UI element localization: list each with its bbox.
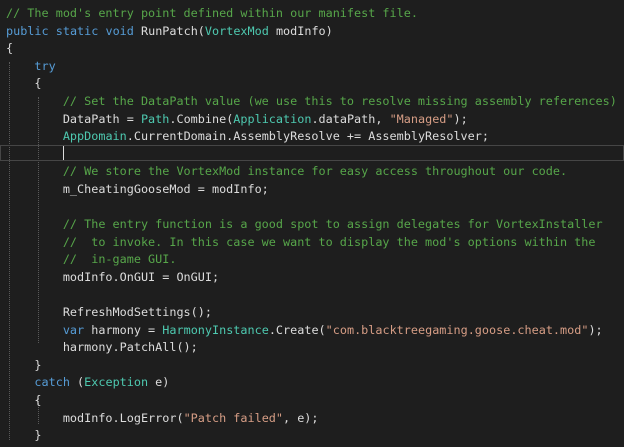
code-token-plain: { — [6, 393, 42, 408]
code-line[interactable]: // to invoke. In this case we want to di… — [0, 234, 624, 252]
code-token-plain: ( — [69, 375, 85, 390]
code-line-content: // We store the VortexMod instance for e… — [6, 163, 567, 181]
code-line-content: } — [6, 357, 42, 375]
code-line[interactable]: // The mod's entry point defined within … — [0, 5, 624, 23]
code-token-plain: DataPath = — [6, 111, 141, 126]
code-token-plain: ); — [588, 322, 603, 337]
code-line-content: } — [6, 427, 42, 445]
code-token-plain: .Combine( — [169, 111, 234, 126]
code-token-plain: harmony = — [84, 322, 163, 337]
code-token-plain: RunPatch( — [133, 23, 205, 38]
code-token-string: "com.blacktreegaming.goose.cheat.mod" — [325, 322, 589, 337]
code-token-plain: ); — [453, 111, 468, 126]
code-token-plain: { — [6, 76, 42, 91]
code-token-plain: harmony.PatchAll(); — [6, 340, 198, 355]
code-line[interactable]: } — [0, 427, 624, 445]
code-line[interactable]: catch (Exception e) — [0, 374, 624, 392]
code-line[interactable]: modInfo.LogError("Patch failed", e); — [0, 410, 624, 428]
code-line-content: DataPath = Path.Combine(Application.data… — [6, 111, 468, 129]
code-editor[interactable]: // The mod's entry point defined within … — [0, 0, 624, 447]
code-token-plain: RefreshModSettings(); — [6, 305, 212, 320]
code-line[interactable]: AppDomain.CurrentDomain.AssemblyResolve … — [0, 128, 624, 146]
code-token-comment: // to invoke. In this case we want to di… — [6, 234, 596, 249]
code-token-keyword: void — [105, 23, 134, 38]
code-token-type: AppDomain — [62, 129, 127, 144]
code-line[interactable]: DataPath = Path.Combine(Application.data… — [0, 111, 624, 129]
code-line[interactable]: { — [0, 75, 624, 93]
code-line[interactable]: modInfo.OnGUI = OnGUI; — [0, 269, 624, 287]
code-line[interactable]: m_CheatingGooseMod = modInfo; — [0, 181, 624, 199]
code-token-plain: modInfo.LogError( — [6, 410, 184, 425]
code-line-content: // The entry function is a good spot to … — [6, 216, 603, 234]
code-line[interactable]: { — [0, 40, 624, 58]
code-line-content: public static void RunPatch(VortexMod mo… — [6, 23, 333, 41]
code-lines[interactable]: // The mod's entry point defined within … — [0, 5, 624, 447]
code-line-content: catch (Exception e) — [6, 374, 169, 392]
code-line-content: AppDomain.CurrentDomain.AssemblyResolve … — [6, 128, 489, 146]
code-token-string: "Managed" — [389, 111, 454, 126]
code-line[interactable]: // We store the VortexMod instance for e… — [0, 163, 624, 181]
code-line-content: harmony.PatchAll(); — [6, 339, 198, 357]
code-line[interactable]: } — [0, 357, 624, 375]
code-line-content: modInfo.LogError("Patch failed", e); — [6, 410, 319, 428]
code-token-keyword: catch — [34, 375, 70, 390]
code-line[interactable]: { — [0, 392, 624, 410]
code-line-content: RefreshModSettings(); — [6, 304, 212, 322]
code-token-plain: , e); — [283, 410, 319, 425]
code-line-content: modInfo.OnGUI = OnGUI; — [6, 269, 219, 287]
code-line[interactable] — [0, 146, 624, 164]
code-token-plain: .Create( — [268, 322, 326, 337]
code-line[interactable]: RefreshModSettings(); — [0, 304, 624, 322]
code-token-type: Path — [140, 111, 170, 126]
code-token-plain: .CurrentDomain.AssemblyResolve += Assemb… — [126, 129, 489, 144]
code-line[interactable]: harmony.PatchAll(); — [0, 339, 624, 357]
code-line-content: // The mod's entry point defined within … — [6, 5, 418, 23]
code-line-content: { — [6, 392, 42, 410]
code-token-type: VortexMod — [204, 23, 269, 38]
code-line[interactable]: // in-game GUI. — [0, 251, 624, 269]
code-token-comment: // in-game GUI. — [6, 252, 177, 267]
code-line[interactable] — [0, 199, 624, 217]
code-line[interactable]: try — [0, 58, 624, 76]
code-token-string: "Patch failed" — [183, 410, 283, 425]
code-token-plain: .dataPath, — [311, 111, 390, 126]
code-line-content: { — [6, 40, 13, 58]
code-token-comment: // The entry function is a good spot to … — [6, 217, 603, 232]
code-token-plain: } — [6, 428, 42, 443]
code-token-plain: } — [6, 357, 42, 372]
code-line-content: try — [6, 58, 56, 76]
code-line-content: // Set the DataPath value (we use this t… — [6, 93, 617, 111]
code-token-plain: m_CheatingGooseMod = modInfo; — [6, 181, 269, 196]
code-line[interactable]: var harmony = HarmonyInstance.Create("co… — [0, 322, 624, 340]
code-token-keyword: var — [62, 322, 85, 337]
code-line-content: // to invoke. In this case we want to di… — [6, 234, 596, 252]
code-token-plain: { — [6, 41, 14, 56]
code-token-keyword: public — [6, 23, 49, 38]
code-token-type: HarmonyInstance — [162, 322, 269, 337]
code-token-type: Application — [233, 111, 312, 126]
code-line[interactable] — [0, 287, 624, 305]
code-line[interactable]: // Set the DataPath value (we use this t… — [0, 93, 624, 111]
code-token-keyword: try — [34, 58, 56, 73]
code-token-comment: // Set the DataPath value (we use this t… — [6, 93, 617, 108]
code-token-plain: modInfo) — [268, 23, 333, 38]
code-token-type: Exception — [84, 375, 149, 390]
code-token-comment: // We store the VortexMod instance for e… — [6, 164, 568, 179]
code-line[interactable]: public static void RunPatch(VortexMod mo… — [0, 23, 624, 41]
code-token-comment: // The mod's entry point defined within … — [6, 6, 418, 20]
code-line-content: // in-game GUI. — [6, 251, 177, 269]
code-token-keyword: static — [55, 23, 99, 38]
code-line-content: var harmony = HarmonyInstance.Create("co… — [6, 322, 603, 340]
code-line-content: { — [6, 75, 42, 93]
code-token-plain: e) — [148, 375, 170, 390]
code-token-plain: modInfo.OnGUI = OnGUI; — [6, 269, 220, 284]
code-line[interactable]: // The entry function is a good spot to … — [0, 216, 624, 234]
code-line-content: m_CheatingGooseMod = modInfo; — [6, 181, 269, 199]
